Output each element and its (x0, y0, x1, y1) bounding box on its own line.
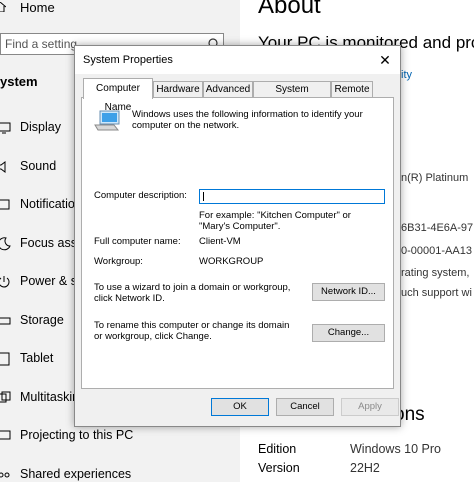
close-button[interactable]: ✕ (370, 46, 400, 74)
page-title: About (258, 0, 321, 19)
apply-button: Apply (341, 398, 399, 416)
tab-advanced[interactable]: Advanced (203, 81, 253, 97)
focus-assist-icon (0, 237, 11, 251)
workgroup-value: WORKGROUP (199, 256, 264, 267)
nav-label: Projecting to this PC (20, 428, 134, 442)
computer-description-input[interactable] (199, 189, 385, 204)
edition-value: Windows 10 Pro (350, 442, 442, 456)
tab-hardware[interactable]: Hardware (153, 81, 203, 97)
storage-icon (0, 317, 11, 325)
power-icon (0, 276, 10, 288)
projecting-icon (0, 430, 11, 440)
system-type-value: rating system, (401, 267, 470, 279)
tablet-icon (0, 352, 10, 366)
section-title-system: ystem (0, 74, 38, 89)
network-id-button[interactable]: Network ID... (312, 283, 385, 301)
dialog-titlebar[interactable]: System Properties ✕ (75, 46, 400, 74)
change-description: To rename this computer or change its do… (94, 320, 290, 342)
ok-button[interactable]: OK (211, 398, 269, 416)
security-link[interactable]: ity (401, 69, 412, 81)
edition-label: Edition (258, 442, 297, 456)
product-id-value: 0-00001-AA13 (401, 245, 472, 257)
version-label: Version (258, 461, 300, 475)
search-placeholder: Find a setting (5, 37, 78, 51)
tab-system-protection[interactable]: System Protection (253, 81, 331, 110)
tab-strip: Computer Name Hardware Advanced System P… (81, 78, 394, 113)
text-caret (203, 192, 204, 201)
tab-remote[interactable]: Remote (331, 81, 373, 97)
home-label: Home (20, 0, 55, 15)
notification-icon (0, 199, 10, 210)
display-icon (0, 122, 11, 134)
nav-label: Sound (20, 159, 57, 173)
dialog-title: System Properties (83, 54, 173, 66)
nav-item-shared-experiences[interactable]: Shared experiences (0, 464, 240, 488)
processor-value: n(R) Platinum (401, 172, 469, 184)
description-example: For example: "Kitchen Computer" or "Mary… (199, 210, 351, 232)
full-name-label: Full computer name: (94, 236, 181, 247)
tab-computer-name[interactable]: Computer Name (83, 78, 153, 113)
full-name-value: Client-VM (199, 236, 241, 247)
device-id-value: 6B31-4E6A-97 (401, 222, 474, 234)
intro-text: Windows uses the following information t… (132, 109, 363, 131)
nav-item-projecting[interactable]: Projecting to this PC (0, 425, 240, 449)
home-nav-item[interactable]: Home (0, 0, 240, 18)
nav-label: Notification (20, 197, 82, 211)
description-label: Computer description: (94, 190, 187, 201)
nav-label: Storage (20, 313, 64, 327)
shared-experiences-icon (0, 472, 10, 478)
workgroup-label: Workgroup: (94, 256, 143, 267)
nav-label: Multitaskin (20, 390, 80, 404)
nav-label: Tablet (20, 351, 54, 365)
nav-label: Display (20, 120, 61, 134)
multitasking-icon (0, 391, 11, 403)
computer-name-panel: Windows uses the following information t… (81, 97, 394, 389)
sound-icon (0, 161, 6, 173)
version-value: 22H2 (350, 461, 380, 475)
nav-label: Shared experiences (20, 467, 132, 481)
change-button[interactable]: Change... (312, 324, 385, 342)
system-properties-dialog: System Properties ✕ Computer Name Hardwa… (74, 45, 401, 427)
cancel-button[interactable]: Cancel (276, 398, 334, 416)
network-id-description: To use a wizard to join a domain or work… (94, 282, 291, 304)
home-icon (0, 2, 6, 12)
pen-touch-value: uch support wi (401, 287, 472, 299)
